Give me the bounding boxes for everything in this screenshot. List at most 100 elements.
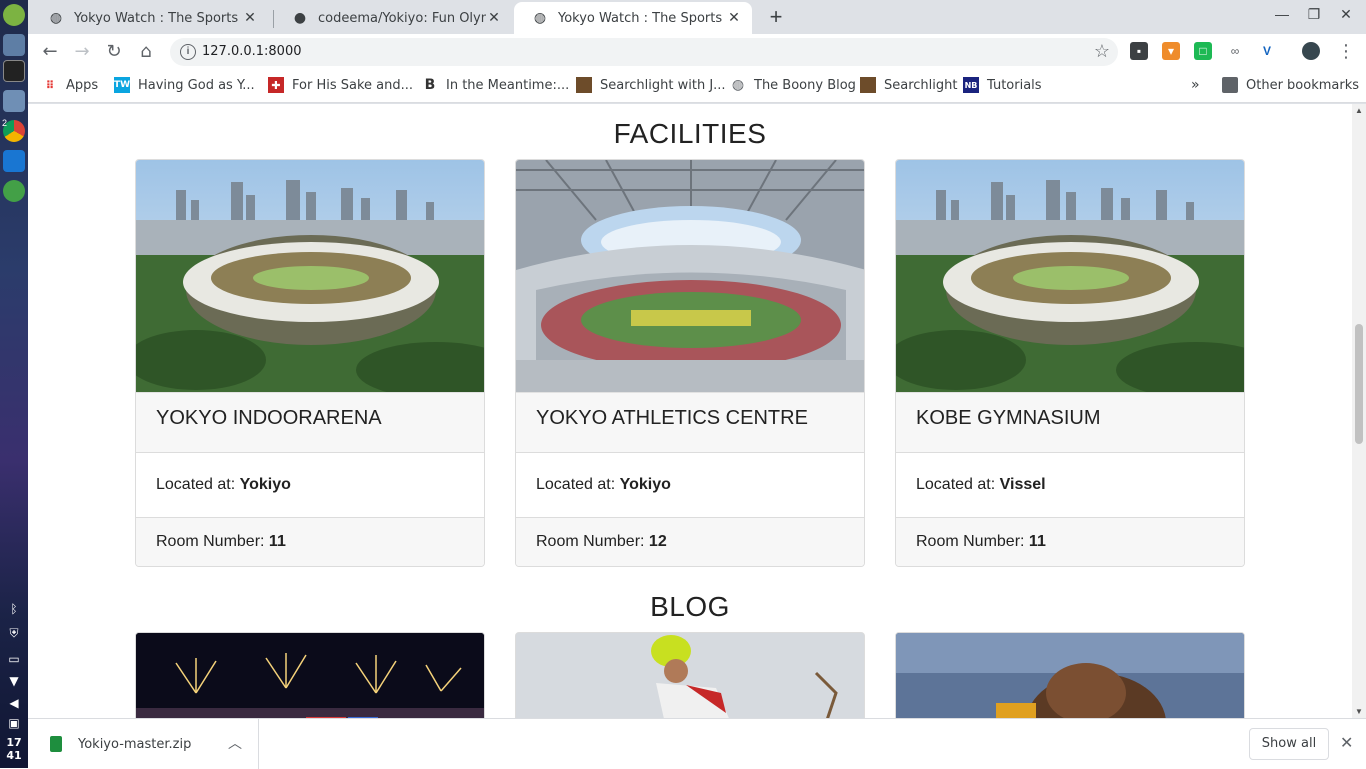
folder-icon[interactable] bbox=[3, 90, 25, 112]
volume-icon[interactable]: ◀ bbox=[4, 696, 24, 712]
bookmark-label: The Boony Blog bbox=[754, 77, 856, 93]
extension-icon[interactable]: V bbox=[1258, 42, 1276, 60]
bookmarks-overflow-icon[interactable]: » bbox=[1191, 77, 1200, 93]
scroll-up-icon[interactable]: ▲ bbox=[1354, 106, 1364, 115]
facility-name: YOKYO INDOORARENA bbox=[136, 392, 484, 453]
blog-card[interactable] bbox=[895, 632, 1245, 718]
close-tab-icon[interactable]: ✕ bbox=[726, 10, 742, 26]
bookmark-label: In the Meantime:... bbox=[446, 77, 570, 93]
clock-minute: 41 bbox=[6, 749, 22, 762]
facility-room: Room Number: 11 bbox=[136, 518, 484, 566]
vscode-icon[interactable] bbox=[3, 150, 25, 172]
tw-icon: TW bbox=[114, 77, 130, 93]
profile-avatar[interactable] bbox=[1302, 42, 1320, 60]
terminal-icon[interactable] bbox=[3, 60, 25, 82]
facility-image bbox=[516, 160, 864, 392]
clipboard-icon[interactable]: ▣ bbox=[4, 716, 24, 732]
other-bookmarks[interactable]: Other bookmarks bbox=[1222, 77, 1359, 93]
forward-icon[interactable]: → bbox=[70, 41, 94, 63]
bookmark-item[interactable]: ✚ For His Sake and... bbox=[268, 77, 413, 93]
location-value: Yokiyo bbox=[619, 476, 671, 493]
room-label: Room Number: bbox=[916, 533, 1029, 550]
room-value: 11 bbox=[1028, 533, 1046, 550]
wifi-icon[interactable]: ▼ bbox=[4, 674, 24, 690]
close-tab-icon[interactable]: ✕ bbox=[486, 10, 502, 26]
other-bookmarks-label: Other bookmarks bbox=[1246, 77, 1360, 93]
facility-room: Room Number: 11 bbox=[896, 518, 1244, 566]
new-tab-icon[interactable]: + bbox=[764, 6, 788, 28]
home-icon[interactable]: ⌂ bbox=[134, 41, 158, 63]
bookmark-item[interactable]: Searchlight with J... bbox=[576, 77, 726, 93]
blog-card[interactable] bbox=[135, 632, 485, 718]
facility-image bbox=[136, 160, 484, 392]
chevron-up-icon[interactable]: ︿ bbox=[228, 733, 242, 753]
blog-image-cyclist bbox=[516, 633, 864, 718]
facility-card[interactable]: YOKYO INDOORARENA Located at: Yokiyo Roo… bbox=[135, 159, 485, 567]
facility-image bbox=[896, 160, 1244, 392]
room-label: Room Number: bbox=[156, 533, 269, 550]
blog-heading: BLOG bbox=[650, 591, 730, 622]
menu-kebab-icon[interactable]: ⋮ bbox=[1334, 41, 1358, 63]
bookmark-item[interactable]: TW Having God as Y... bbox=[114, 77, 255, 93]
back-icon[interactable]: ← bbox=[38, 41, 62, 63]
blog-image-athlete bbox=[896, 633, 1244, 718]
reload-icon[interactable]: ↻ bbox=[102, 41, 126, 63]
url-text[interactable]: 127.0.0.1:8000 bbox=[202, 44, 302, 59]
bookmark-item[interactable]: ◍ The Boony Blog bbox=[730, 77, 856, 93]
tab-title: Yokyo Watch : The Sports Ce bbox=[558, 10, 726, 26]
bookmark-label: Searchlight with J... bbox=[600, 77, 726, 93]
bookmark-label: Searchlight bbox=[884, 77, 958, 93]
close-download-bar-icon[interactable]: ✕ bbox=[1340, 733, 1353, 753]
window-count-badge: 2 bbox=[2, 118, 8, 128]
close-tab-icon[interactable]: ✕ bbox=[242, 10, 258, 26]
globe-icon: ◍ bbox=[533, 10, 547, 26]
room-value: 12 bbox=[648, 533, 667, 550]
extension-icon[interactable]: □ bbox=[1194, 42, 1212, 60]
extension-icon[interactable]: ▪ bbox=[1130, 42, 1148, 60]
tab-1[interactable]: ◍ Yokyo Watch : The Sports Ce ✕ bbox=[30, 2, 268, 34]
facility-card[interactable]: KOBE GYMNASIUM Located at: Vissel Room N… bbox=[895, 159, 1245, 567]
bookmark-item[interactable]: NB Tutorials bbox=[963, 77, 1042, 93]
bookmark-item[interactable]: Searchlight bbox=[860, 77, 957, 93]
searchlight-icon bbox=[860, 77, 876, 93]
toolbar: ← → ↻ ⌂ i 127.0.0.1:8000 ☆ ▪ ▾ □ ∞ V ⋮ bbox=[28, 34, 1366, 70]
page-scrollbar[interactable]: ▲ ▼ bbox=[1352, 104, 1366, 718]
searchlight-icon bbox=[576, 77, 592, 93]
shield-icon[interactable]: ⛨ bbox=[4, 626, 24, 642]
mint-menu-icon[interactable] bbox=[3, 4, 25, 26]
restore-icon[interactable]: ❐ bbox=[1304, 6, 1324, 23]
app-icon[interactable] bbox=[3, 180, 25, 202]
facility-location: Located at: Vissel bbox=[896, 453, 1244, 518]
download-bar: Yokiyo-master.zip ︿ Show all ✕ bbox=[28, 718, 1366, 769]
globe-icon: ◍ bbox=[49, 10, 63, 26]
files-icon[interactable] bbox=[3, 34, 25, 56]
show-all-button[interactable]: Show all bbox=[1249, 728, 1329, 760]
site-info-icon[interactable]: i bbox=[180, 44, 196, 60]
facility-location: Located at: Yokiyo bbox=[516, 453, 864, 518]
scroll-down-icon[interactable]: ▼ bbox=[1354, 707, 1364, 716]
address-bar[interactable]: i 127.0.0.1:8000 ☆ bbox=[170, 38, 1118, 66]
blogger-icon: B bbox=[424, 77, 436, 93]
bookmark-item[interactable]: B In the Meantime:... bbox=[422, 77, 570, 93]
bluetooth-icon[interactable]: ᛒ bbox=[4, 602, 24, 618]
bookmark-apps[interactable]: ⠿ Apps bbox=[42, 77, 98, 93]
clock[interactable]: 17 41 bbox=[0, 736, 28, 762]
scrollbar-thumb[interactable] bbox=[1355, 324, 1363, 444]
extension-icon[interactable]: ∞ bbox=[1226, 42, 1244, 60]
facility-card[interactable]: YOKYO ATHLETICS CENTRE Located at: Yokiy… bbox=[515, 159, 865, 567]
bookmark-label: Having God as Y... bbox=[138, 77, 255, 93]
tab-strip: ◍ Yokyo Watch : The Sports Ce ✕ ● codeem… bbox=[28, 0, 1366, 34]
bookmark-star-icon[interactable]: ☆ bbox=[1094, 41, 1110, 62]
close-window-icon[interactable]: ✕ bbox=[1336, 6, 1356, 23]
tab-3-active[interactable]: ◍ Yokyo Watch : The Sports Ce ✕ bbox=[514, 2, 752, 34]
nb-icon: NB bbox=[963, 77, 979, 93]
tab-2[interactable]: ● codeema/Yokiyo: Fun Olympi ✕ bbox=[274, 2, 512, 34]
red-logo-icon: ✚ bbox=[268, 77, 284, 93]
bookmark-label: Apps bbox=[66, 77, 99, 93]
facility-name: KOBE GYMNASIUM bbox=[896, 392, 1244, 453]
battery-icon[interactable]: ▭ bbox=[4, 652, 24, 668]
blog-card[interactable] bbox=[515, 632, 865, 718]
download-item[interactable]: Yokiyo-master.zip ︿ bbox=[28, 719, 259, 769]
extension-icon[interactable]: ▾ bbox=[1162, 42, 1180, 60]
minimize-icon[interactable]: — bbox=[1272, 6, 1292, 22]
